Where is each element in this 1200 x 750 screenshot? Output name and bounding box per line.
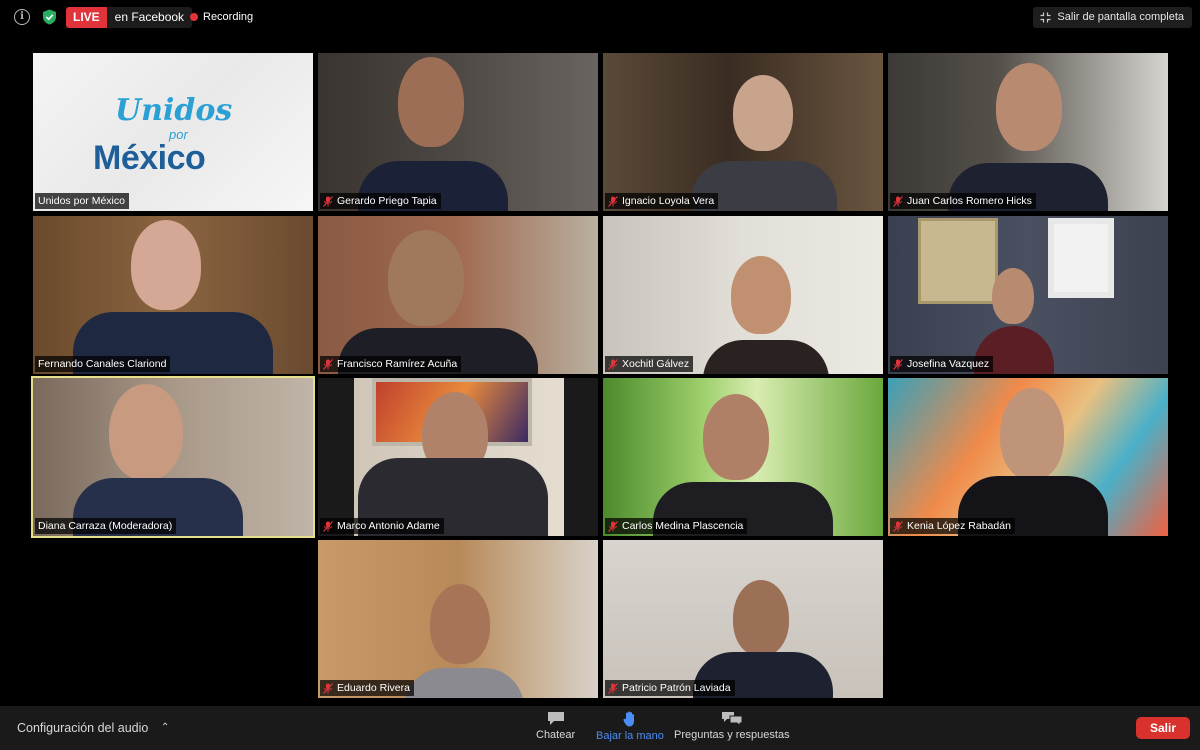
- participant-name-label: Fernando Canales Clariond: [35, 356, 171, 372]
- video-tile[interactable]: Fernando Canales Clariond: [33, 216, 313, 374]
- lower-hand-button[interactable]: Bajar la mano: [596, 711, 664, 742]
- participant-name-label: Josefina Vazquez: [890, 356, 994, 372]
- recording-indicator[interactable]: Recording: [190, 11, 253, 23]
- mic-muted-icon: [608, 520, 618, 532]
- participant-name-label: Marco Antonio Adame: [320, 518, 444, 534]
- participant-name-label: Diana Carraza (Moderadora): [35, 518, 177, 534]
- exit-fullscreen-icon: [1040, 12, 1051, 23]
- participant-name-label: Gerardo Priego Tapia: [320, 193, 441, 209]
- live-destination: en Facebook: [114, 10, 185, 24]
- participant-video-figure: [733, 75, 793, 151]
- participant-video-figure: [992, 268, 1034, 324]
- wall-painting: [918, 218, 998, 304]
- meeting-toolbar: Configuración del audio ⌃ Chatear Bajar …: [0, 706, 1200, 750]
- video-tile[interactable]: Gerardo Priego Tapia: [318, 53, 598, 211]
- participant-video-figure: [388, 230, 464, 326]
- participant-name-label: Francisco Ramírez Acuña: [320, 356, 462, 372]
- video-tile[interactable]: Eduardo Rivera: [318, 540, 598, 698]
- wall-painting: [1048, 218, 1114, 298]
- audio-settings-button[interactable]: Configuración del audio: [17, 721, 148, 735]
- mic-muted-icon: [608, 682, 618, 694]
- video-tile[interactable]: Francisco Ramírez Acuña: [318, 216, 598, 374]
- participant-video-figure: [703, 394, 769, 480]
- video-tile[interactable]: Kenia López Rabadán: [888, 378, 1168, 536]
- qa-icon: [721, 712, 743, 726]
- video-tile[interactable]: Josefina Vazquez: [888, 216, 1168, 374]
- live-stream-indicator[interactable]: LIVE en Facebook: [66, 7, 193, 28]
- mic-muted-icon: [608, 195, 618, 207]
- participant-name-label: Eduardo Rivera: [320, 680, 414, 696]
- video-tile-active-speaker[interactable]: Diana Carraza (Moderadora): [31, 376, 315, 538]
- chevron-up-icon[interactable]: ⌃: [161, 722, 169, 733]
- participant-name-label: Xochitl Gálvez: [605, 356, 694, 372]
- video-tile[interactable]: Carlos Medina Plascencia: [603, 378, 883, 536]
- mic-muted-icon: [323, 195, 333, 207]
- participant-name-label: Unidos por México: [35, 193, 129, 209]
- participant-video-figure: [430, 584, 490, 664]
- recording-dot-icon: [190, 13, 198, 21]
- video-tile[interactable]: Marco Antonio Adame: [318, 378, 598, 536]
- leave-meeting-button[interactable]: Salir: [1136, 717, 1190, 739]
- mic-muted-icon: [323, 682, 333, 694]
- participant-video-figure: [131, 220, 201, 310]
- participant-video-figure: [733, 580, 789, 656]
- video-tile[interactable]: Unidos por México Unidos por México: [33, 53, 313, 211]
- participant-name-label: Ignacio Loyola Vera: [605, 193, 719, 209]
- info-icon[interactable]: i: [14, 9, 30, 25]
- participant-video-figure: [731, 256, 791, 334]
- participant-video-figure: [398, 57, 464, 147]
- mic-muted-icon: [323, 358, 333, 370]
- qa-button[interactable]: Preguntas y respuestas: [674, 711, 790, 741]
- video-tile[interactable]: Ignacio Loyola Vera: [603, 53, 883, 211]
- participant-name-label: Carlos Medina Plascencia: [605, 518, 748, 534]
- top-bar: i LIVE en Facebook Recording Salir de pa…: [0, 0, 1200, 34]
- exit-fullscreen-button[interactable]: Salir de pantalla completa: [1033, 7, 1192, 28]
- chat-icon: [547, 712, 564, 725]
- chat-label: Chatear: [536, 729, 576, 741]
- mic-muted-icon: [893, 358, 903, 370]
- video-tile[interactable]: Xochitl Gálvez: [603, 216, 883, 374]
- mic-muted-icon: [323, 520, 333, 532]
- participant-name-label: Juan Carlos Romero Hicks: [890, 193, 1036, 209]
- participant-video-figure: [109, 384, 183, 480]
- participant-name-label: Kenia López Rabadán: [890, 518, 1015, 534]
- qa-label: Preguntas y respuestas: [674, 729, 790, 741]
- participant-name-label: Patricio Patrón Laviada: [605, 680, 735, 696]
- mic-muted-icon: [893, 195, 903, 207]
- mic-muted-icon: [608, 358, 618, 370]
- exit-fullscreen-label: Salir de pantalla completa: [1057, 11, 1184, 23]
- video-tile[interactable]: Patricio Patrón Laviada: [603, 540, 883, 698]
- recording-label: Recording: [203, 11, 254, 23]
- participant-video-figure: [1000, 388, 1064, 480]
- hand-icon: [623, 711, 634, 727]
- participant-video-figure: [996, 63, 1062, 151]
- shield-check-icon[interactable]: [42, 9, 57, 25]
- mic-muted-icon: [893, 520, 903, 532]
- video-tile[interactable]: Juan Carlos Romero Hicks: [888, 53, 1168, 211]
- lower-hand-label: Bajar la mano: [596, 730, 664, 742]
- live-badge: LIVE: [66, 7, 107, 28]
- participant-video-figure: [703, 340, 829, 374]
- chat-button[interactable]: Chatear: [536, 711, 575, 741]
